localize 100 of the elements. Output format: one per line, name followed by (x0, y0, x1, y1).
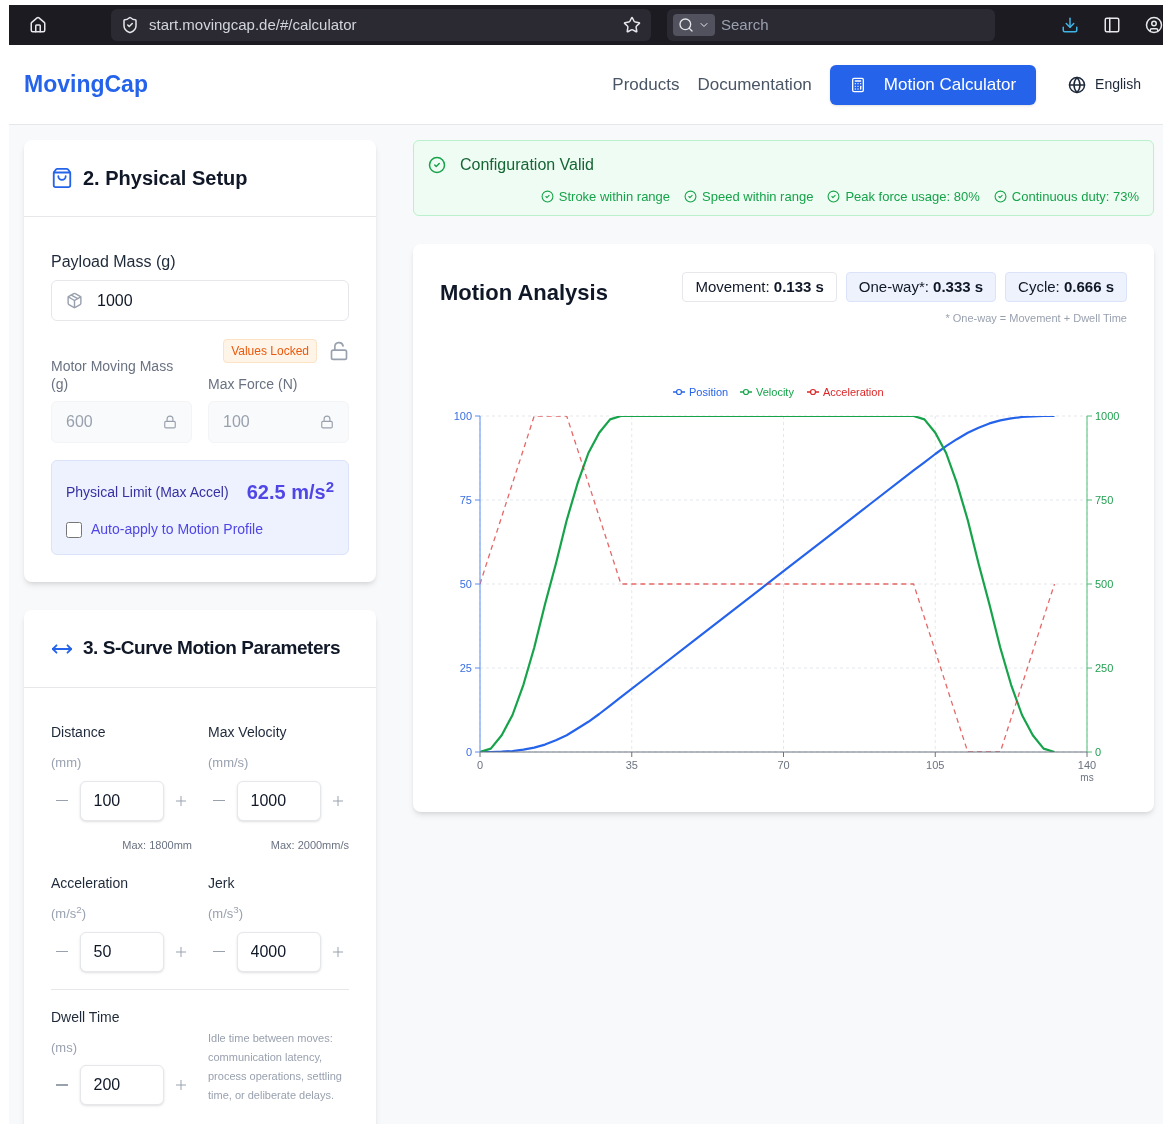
search-field[interactable]: Search (667, 9, 995, 41)
y-tick-label: 100 (453, 409, 472, 422)
number-field[interactable]: 100 (79, 780, 164, 821)
x-tick-label: 0 (476, 758, 484, 771)
minus-icon (213, 799, 226, 802)
legend-line-icon (806, 388, 820, 395)
address-bar[interactable]: start.movingcap.de/#/calculator (111, 9, 651, 41)
field-label: Motor Moving Mass (g) (51, 357, 175, 393)
unlock-icon (329, 341, 349, 361)
x-tick-label: 140 (1077, 758, 1097, 771)
payload-mass-field[interactable]: 1000 (51, 280, 349, 321)
y-tick-label: 50 (459, 577, 472, 590)
param-unit: (m/s$^{2}$) (51, 904, 88, 923)
x-tick-label: 70 (777, 758, 790, 771)
x-axis-label: ms (1080, 771, 1094, 783)
download-icon[interactable] (1061, 16, 1079, 34)
box-icon (66, 292, 83, 309)
y2-tick-label: 1000 (1095, 409, 1120, 422)
param-unit: (ms) (51, 1038, 78, 1057)
check-circle-icon (993, 190, 1007, 204)
field-label: Max Force (N) (208, 375, 299, 393)
analysis-title: Motion Analysis (440, 278, 608, 307)
legend-label: Acceleration (823, 385, 884, 398)
status-title: Configuration Valid (460, 155, 594, 175)
footnote: * One-way = Movement + Dwell Time (945, 311, 1127, 326)
field-value: 100 (223, 412, 250, 432)
site-logo[interactable]: MovingCap (24, 67, 148, 102)
limit-value: 62.5 m/s$^{2}$ (246, 477, 334, 505)
checkbox-label: Auto-apply to Motion Profile (91, 520, 263, 539)
legend-label: Position (689, 385, 729, 398)
check-circle-icon (540, 190, 554, 204)
number-field[interactable]: 200 (79, 1065, 164, 1105)
dwell-note: Idle time between moves: communication latency, process operations, settling time, or deliberate delays. (208, 1030, 343, 1103)
check-circle-icon (684, 190, 698, 204)
lock-icon (163, 415, 177, 429)
status-check: Continuous duty: 73% (1011, 188, 1139, 206)
limit-label: Physical Limit (Max Accel) (66, 482, 229, 502)
shield-icon (121, 16, 139, 34)
number-field[interactable]: 50 (79, 931, 164, 972)
section-title: 2. Physical Setup (83, 166, 248, 191)
bag-icon (51, 167, 73, 189)
number-field[interactable]: 1000 (236, 780, 321, 821)
param-label: Max Velocity (208, 723, 288, 742)
lock-icon (320, 415, 334, 429)
y2-tick-label: 500 (1095, 577, 1114, 590)
auto-apply-checkbox[interactable] (66, 521, 82, 538)
minus-icon (56, 950, 69, 953)
account-icon[interactable] (1145, 16, 1163, 34)
timing-badge: One-way*: 0.333 s (845, 271, 997, 302)
globe-icon (1068, 75, 1087, 94)
check-circle-icon (827, 190, 841, 204)
sidebar-icon[interactable] (1103, 16, 1121, 34)
param-unit: (mm/s) (208, 754, 250, 772)
bookmark-star-icon[interactable] (623, 16, 641, 34)
search-engine-button[interactable] (673, 14, 715, 36)
max-hint: Max: 1800mm (121, 837, 192, 853)
legend-label: Velocity (756, 385, 794, 398)
y-tick-label: 25 (459, 661, 472, 674)
y-tick-label: 0 (465, 745, 472, 758)
timing-badge: Cycle: 0.666 s (1005, 271, 1127, 302)
param-label: Jerk (208, 874, 236, 893)
url-text: start.movingcap.de/#/calculator (149, 14, 358, 35)
home-icon[interactable] (29, 16, 47, 34)
timing-badge: Movement: 0.133 s (682, 271, 837, 302)
max-hint: Max: 2000mm/s (269, 837, 349, 853)
legend-line-icon (672, 388, 686, 395)
right-y-axis: 0 250 500 750 1000 (1086, 409, 1120, 758)
y-tick-label: 75 (459, 493, 472, 506)
minus-icon (213, 950, 226, 953)
field-value: 600 (66, 412, 93, 432)
param-label: Acceleration (51, 874, 130, 893)
nav-link[interactable]: Documentation (697, 71, 812, 98)
search-input[interactable]: Search (721, 13, 921, 37)
number-field[interactable]: 4000 (236, 931, 321, 972)
x-tick-label: 105 (926, 758, 945, 771)
status-check: Peak force usage: 80% (845, 188, 980, 206)
unlock-button[interactable] (329, 341, 349, 361)
legend-line-icon (739, 388, 753, 395)
field-label: Payload Mass (g) (51, 252, 177, 272)
nav-link[interactable]: Motion Calculator (829, 64, 1037, 105)
search-icon (678, 17, 694, 33)
locked-badge: Values Locked (223, 339, 317, 363)
calculator-icon (849, 76, 866, 93)
status-check: Speed within range (702, 188, 814, 206)
section-title: 3. S-Curve Motion Parameters (83, 636, 340, 661)
check-circle-icon (428, 156, 446, 174)
left-y-axis: 0 25 50 75 100 (453, 409, 481, 758)
param-unit: (mm) (51, 754, 83, 772)
nav-link[interactable]: Products (612, 71, 680, 98)
status-check: Stroke within range (558, 188, 671, 206)
payload-input[interactable]: 1000 (97, 288, 297, 313)
minus-icon (56, 1084, 69, 1086)
param-label: Dwell Time (51, 1007, 121, 1027)
language-button[interactable]: English (1068, 74, 1141, 95)
y2-tick-label: 250 (1095, 661, 1114, 674)
y2-tick-label: 750 (1095, 493, 1114, 506)
x-tick-label: 35 (625, 758, 638, 771)
param-unit: (m/s$^{3}$) (208, 904, 245, 923)
y2-tick-label: 0 (1095, 745, 1102, 758)
minus-icon (56, 799, 69, 802)
